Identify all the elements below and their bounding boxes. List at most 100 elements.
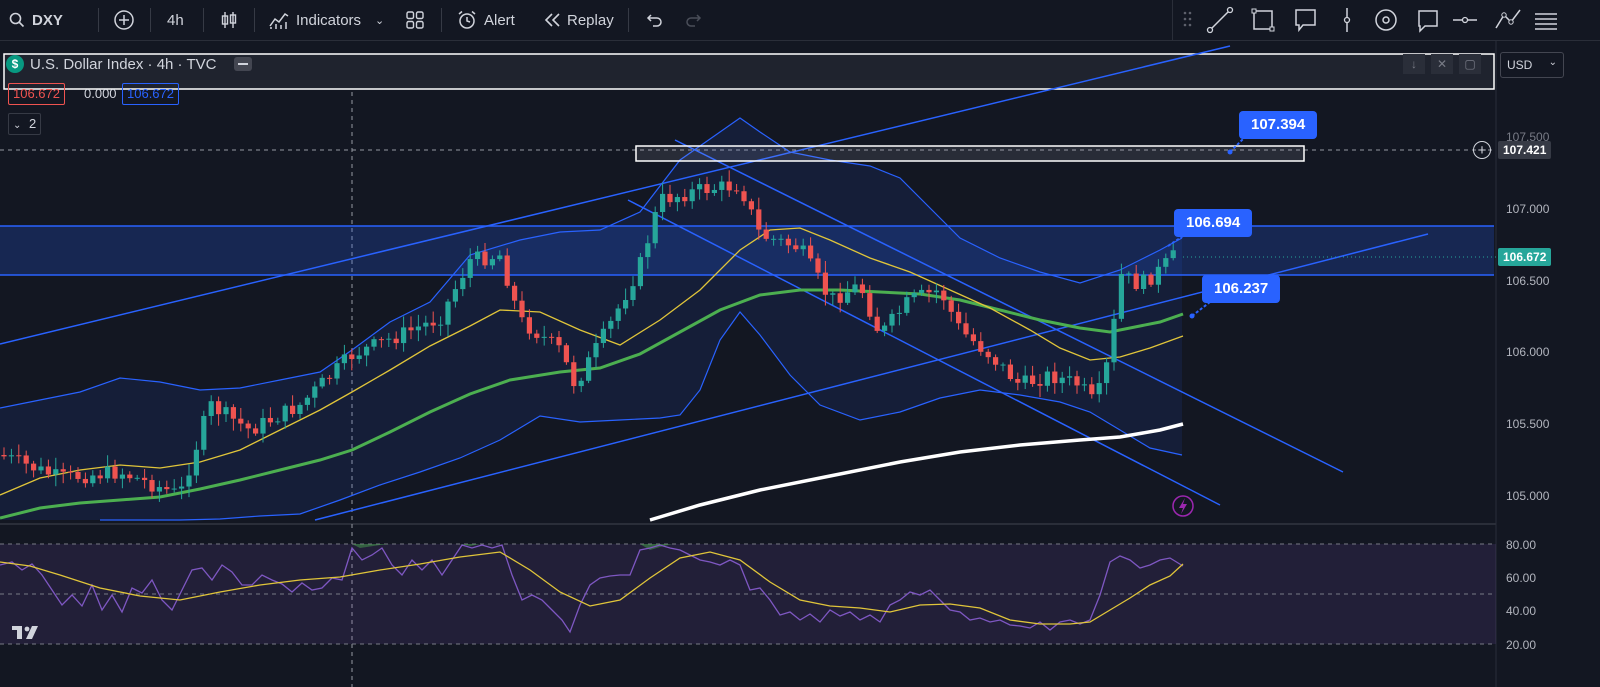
candle-body [726, 181, 732, 191]
candle-body [23, 455, 29, 464]
add-alert-icon[interactable]: + [1473, 141, 1491, 159]
candle-body [312, 386, 318, 398]
currency-icon: $ [6, 55, 24, 73]
horizontal-line-tool-icon[interactable] [1453, 16, 1477, 24]
chevron-down-icon: ⌄ [13, 120, 22, 131]
interval-button[interactable]: 4h [167, 0, 184, 40]
candle-body [97, 475, 103, 479]
candle-body [704, 184, 710, 194]
undo-icon [646, 14, 662, 27]
candle-body [452, 289, 458, 302]
symbol-search-button[interactable]: DXY [8, 0, 63, 40]
candle-body [1170, 250, 1176, 259]
trend-line-tool-icon[interactable] [1206, 6, 1234, 34]
price-callout-mid[interactable]: 106.694 [1174, 209, 1253, 237]
move-down-icon[interactable]: ↓ [1403, 54, 1425, 74]
candle-body [230, 407, 236, 419]
candle-body [356, 355, 362, 360]
candle-body [1081, 384, 1087, 386]
candle-body [660, 193, 666, 213]
chart-type-button[interactable] [218, 0, 240, 40]
candle-body [364, 346, 370, 356]
indicators-button[interactable]: Indicators ⌄ [268, 0, 384, 40]
candle-body [519, 300, 525, 318]
rectangle-tool-icon[interactable] [1251, 8, 1275, 32]
candle-body [1067, 376, 1073, 378]
candle-body [563, 345, 569, 363]
comment-tool-icon[interactable] [1418, 10, 1438, 33]
candle-body [134, 477, 140, 479]
currency-selector[interactable]: USD ⌄ [1500, 52, 1564, 78]
drawing-toolbar [1172, 0, 1600, 40]
candle-body [697, 184, 703, 190]
candle-body [512, 285, 518, 301]
candle-body [1155, 266, 1161, 285]
circle-target-icon[interactable] [1375, 9, 1397, 31]
candle-body [1148, 274, 1154, 285]
candle-body [16, 455, 22, 457]
separator [628, 8, 629, 32]
price-tick: 105.500 [1506, 417, 1550, 431]
candle-body [867, 293, 873, 317]
compare-symbol-button[interactable] [113, 0, 135, 40]
candle-body [482, 251, 488, 266]
candle-body [423, 322, 429, 327]
candle-body [830, 293, 836, 295]
candle-body [290, 405, 296, 414]
candle-body [645, 243, 651, 258]
rsi-tick: 40.00 [1506, 604, 1537, 618]
candle-body [970, 334, 976, 342]
grid-layout-icon [406, 11, 424, 29]
alert-button[interactable]: Alert [456, 0, 515, 40]
candle-body [334, 363, 340, 379]
path-tool-icon[interactable] [1495, 9, 1521, 29]
candle-body [793, 245, 799, 250]
symbol-title[interactable]: U.S. Dollar Index · 4h · TVC [30, 56, 216, 73]
maximize-pane-icon[interactable]: ▢ [1459, 54, 1481, 74]
price-callout-top[interactable]: 107.394 [1239, 111, 1318, 139]
candle-body [216, 401, 222, 415]
candle-body [253, 428, 259, 434]
candle-body [637, 257, 643, 287]
high-range-box[interactable] [635, 145, 1305, 162]
bid-price-badge[interactable]: 106.672 [8, 83, 65, 105]
top-toolbar: DXY 4h Indicators ⌄ Alert Replay [0, 0, 1600, 41]
candle-body [1059, 377, 1065, 384]
layout-button[interactable] [405, 0, 425, 40]
candle-body [1126, 273, 1132, 275]
chevron-down-icon: ⌄ [1548, 57, 1557, 68]
candle-body [889, 313, 895, 326]
candle-body [667, 193, 673, 203]
lightning-icon[interactable] [1172, 495, 1194, 517]
legend-menu-button[interactable] [234, 57, 253, 71]
candle-body [623, 299, 629, 309]
replay-button[interactable]: Replay [541, 0, 614, 40]
price-callout-low[interactable]: 106.237 [1202, 275, 1281, 303]
ask-price-badge[interactable]: 106.672 [122, 83, 179, 105]
redo-button[interactable] [684, 0, 704, 40]
candle-body [1044, 371, 1050, 386]
price-tick: 106.000 [1506, 345, 1550, 359]
candle-body [919, 289, 925, 293]
candle-body [1141, 274, 1147, 290]
candle-body [534, 333, 540, 338]
candle-body [1074, 376, 1080, 386]
alert-label: Alert [484, 11, 515, 29]
candle-body [652, 212, 658, 244]
vertical-line-tool-icon[interactable] [1343, 8, 1351, 32]
candle-body [956, 311, 962, 324]
pitchfork-tool-icon[interactable] [1535, 13, 1557, 30]
collapse-pane-icon[interactable]: ✕ [1431, 54, 1453, 74]
candle-body [179, 486, 185, 489]
symbol-label: DXY [32, 11, 63, 29]
alarm-clock-icon [458, 10, 476, 29]
undo-button[interactable] [644, 0, 664, 40]
rsi-tick: 80.00 [1506, 538, 1537, 552]
candle-body [82, 478, 88, 484]
price-chart[interactable] [0, 40, 1600, 687]
price-tick: 106.500 [1506, 274, 1550, 288]
separator [254, 8, 255, 32]
collapse-indicators-button[interactable]: ⌄ 2 [8, 113, 42, 135]
callout-tool-icon[interactable] [1295, 9, 1316, 33]
candle-body [630, 286, 636, 300]
